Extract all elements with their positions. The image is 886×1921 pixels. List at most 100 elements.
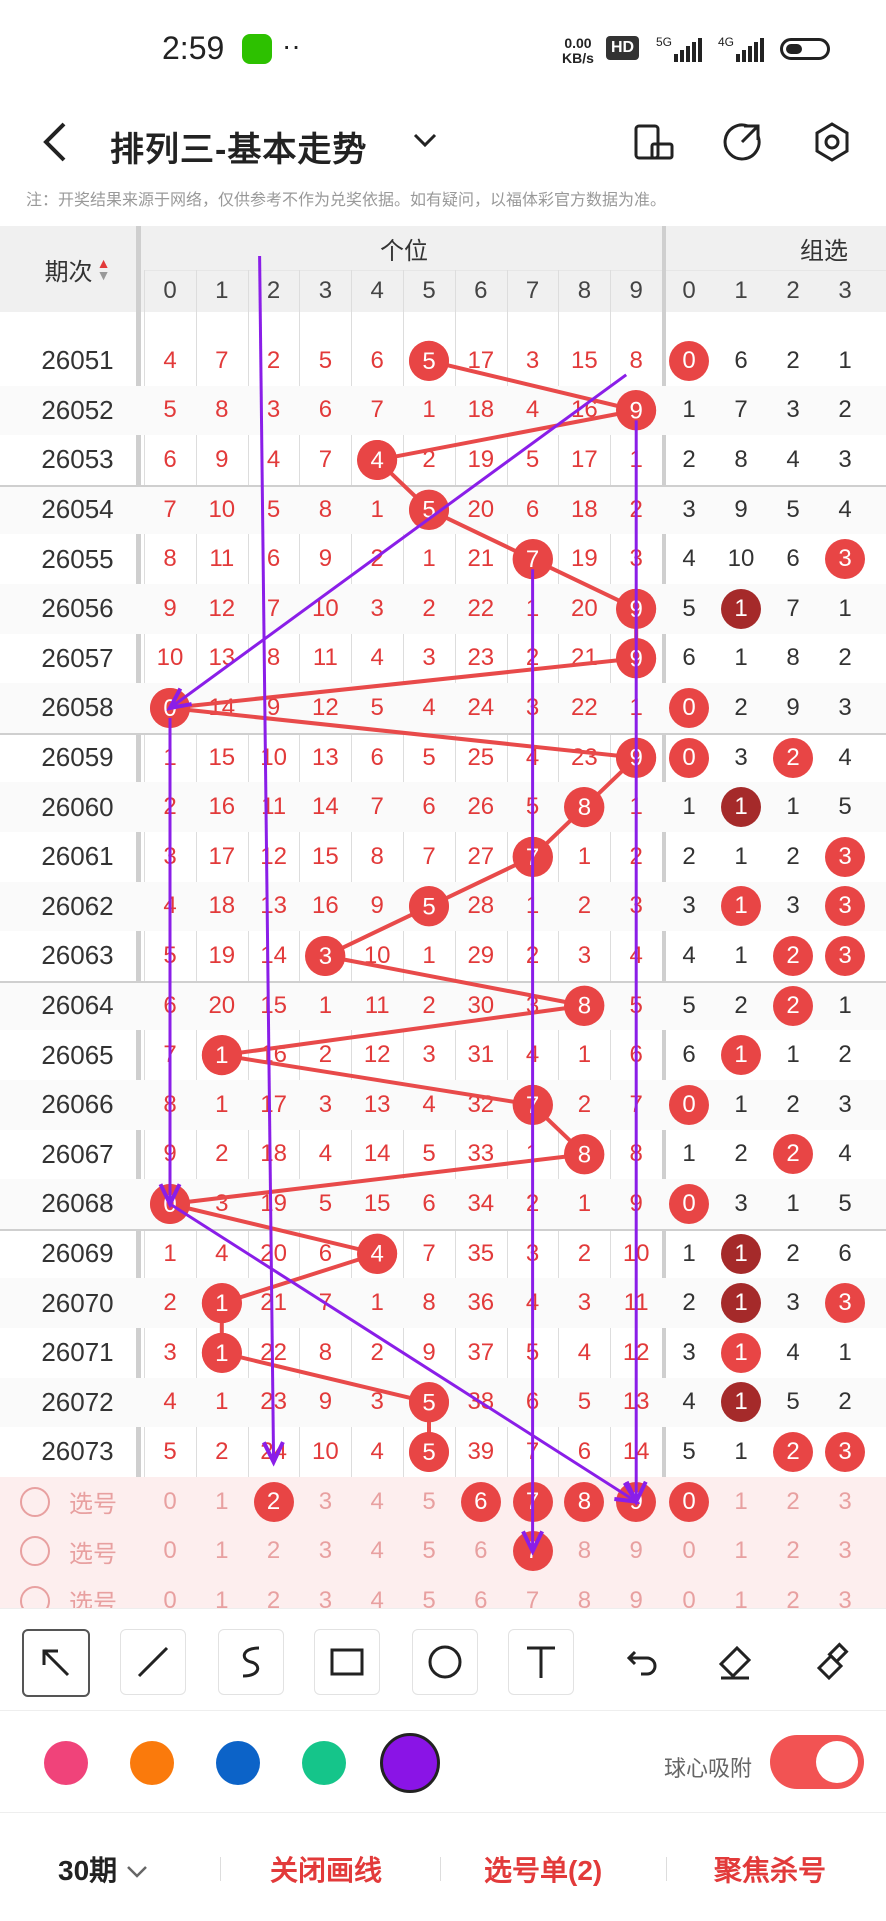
pick-digit[interactable]: 3 [299,1477,351,1527]
color-swatch[interactable] [302,1741,346,1785]
miss-count: 3 [629,892,643,920]
miss-count: 3 [422,1041,436,1069]
pick-list-button[interactable]: 选号单(2) [484,1849,602,1889]
miss-count: 3 [370,1388,384,1416]
miss-count: 6 [318,1239,333,1267]
pick-radio[interactable] [20,1536,50,1567]
pick-zuxuan-digit[interactable]: 2 [767,1576,819,1608]
pick-zuxuan-digit[interactable]: 0 [663,1526,715,1576]
more-notifications-icon: ·· [282,30,301,61]
pick-ball[interactable]: 2 [253,1481,294,1522]
snap-toggle[interactable] [770,1735,864,1789]
miss-count: 1 [163,743,177,771]
pick-digit[interactable]: 1 [196,1576,248,1608]
title-dropdown[interactable] [412,126,438,157]
pick-ball[interactable]: 6 [460,1481,501,1522]
pick-digit[interactable]: 6 [455,1526,507,1576]
issue-column-header[interactable]: 期次 ▲ ▼ [20,226,135,312]
eraser-button[interactable] [702,1629,768,1695]
pick-digit[interactable]: 2 [248,1576,300,1608]
pick-digit[interactable]: 1 [196,1477,248,1527]
pick-ball[interactable]: 9 [616,1481,657,1522]
period-selector[interactable]: 30期 [58,1849,149,1889]
pick-digit[interactable]: 0 [144,1526,196,1576]
miss-count: 9 [318,1388,333,1416]
pick-ball[interactable]: 7 [512,1481,553,1522]
miss-count: 11 [209,545,235,573]
miss-count: 2 [577,1239,592,1267]
miss-count: 11 [623,1289,649,1317]
curve-tool-button[interactable] [218,1629,284,1695]
pick-digit[interactable]: 1 [196,1526,248,1576]
back-button[interactable] [40,120,70,175]
pick-zuxuan-digit[interactable]: 3 [819,1526,871,1576]
pick-digit[interactable]: 9 [610,1576,662,1608]
rotate-screen-icon[interactable] [630,118,678,166]
color-swatch[interactable] [130,1741,174,1785]
miss-count: 20 [571,594,598,622]
miss-count: 1 [525,1140,540,1168]
pick-zuxuan-digit[interactable]: 3 [819,1477,871,1527]
pick-zuxuan-digit[interactable]: 3 [819,1576,871,1608]
focus-kill-button[interactable]: 聚焦杀号 [714,1849,826,1889]
pick-zuxuan-digit[interactable]: 1 [715,1477,767,1527]
miss-count: 3 [422,644,436,672]
zuxuan-count: 10 [727,545,755,573]
pick-digit[interactable]: 0 [144,1477,196,1527]
close-drawing-button[interactable]: 关闭画线 [270,1849,382,1889]
hit-ball: 4 [357,1233,398,1274]
status-time: 2:59 [162,30,225,66]
zuxuan-count: 2 [838,1388,852,1416]
miss-count: 6 [525,495,540,523]
pick-zuxuan-digit[interactable]: 0 [663,1576,715,1608]
miss-count: 11 [261,793,287,821]
pick-digit[interactable]: 4 [351,1477,403,1527]
pick-digit[interactable]: 5 [403,1576,455,1608]
color-swatch[interactable] [380,1733,440,1793]
digit-column-header: 9 [629,277,643,304]
pick-ball[interactable]: 7 [512,1531,553,1572]
pick-zuxuan-digit[interactable]: 2 [767,1526,819,1576]
pick-digit[interactable]: 4 [351,1526,403,1576]
pick-digit[interactable]: 7 [507,1576,559,1608]
settings-icon[interactable] [808,118,856,166]
text-tool-button[interactable] [508,1629,574,1695]
pick-digit[interactable]: 9 [610,1526,662,1576]
miss-count: 3 [577,1289,592,1317]
hit-ball: 4 [357,440,398,480]
pick-digit[interactable]: 5 [403,1526,455,1576]
hit-ball: 1 [201,1035,242,1076]
share-icon[interactable] [718,118,766,166]
undo-button[interactable] [606,1629,672,1695]
pick-zuxuan-digit[interactable]: 2 [767,1477,819,1527]
color-swatch[interactable] [44,1741,88,1785]
pick-digit[interactable]: 0 [144,1576,196,1608]
circle-tool-button[interactable] [412,1629,478,1695]
clear-all-button[interactable] [800,1629,866,1695]
zuxuan-hit-ball: 2 [773,737,813,778]
line-tool-button[interactable] [120,1629,186,1695]
miss-count: 5 [163,941,177,969]
pick-digit[interactable]: 5 [403,1477,455,1527]
miss-count: 1 [577,1041,592,1069]
pick-radio[interactable] [20,1486,50,1517]
pick-digit[interactable]: 4 [351,1576,403,1608]
pick-zuxuan-ball[interactable]: 0 [669,1481,709,1522]
pick-digit[interactable]: 3 [299,1576,351,1608]
pick-digit[interactable]: 3 [299,1526,351,1576]
rectangle-tool-icon [330,1648,364,1676]
pick-digit[interactable]: 8 [558,1526,610,1576]
page-title[interactable]: 排列三-基本走势 [110,122,367,171]
pick-ball[interactable]: 8 [564,1481,605,1522]
rectangle-tool-button[interactable] [314,1629,380,1695]
miss-count: 2 [370,1338,384,1366]
pick-digit[interactable]: 2 [248,1526,300,1576]
pick-zuxuan-digit[interactable]: 1 [715,1576,767,1608]
pick-zuxuan-digit[interactable]: 1 [715,1526,767,1576]
pick-digit[interactable]: 6 [455,1576,507,1608]
color-swatch[interactable] [216,1741,260,1785]
pick-digit[interactable]: 8 [558,1576,610,1608]
arrow-tool-button[interactable] [22,1629,90,1697]
zuxuan-count: 5 [682,991,696,1019]
zuxuan-column-header: 2 [786,277,800,304]
